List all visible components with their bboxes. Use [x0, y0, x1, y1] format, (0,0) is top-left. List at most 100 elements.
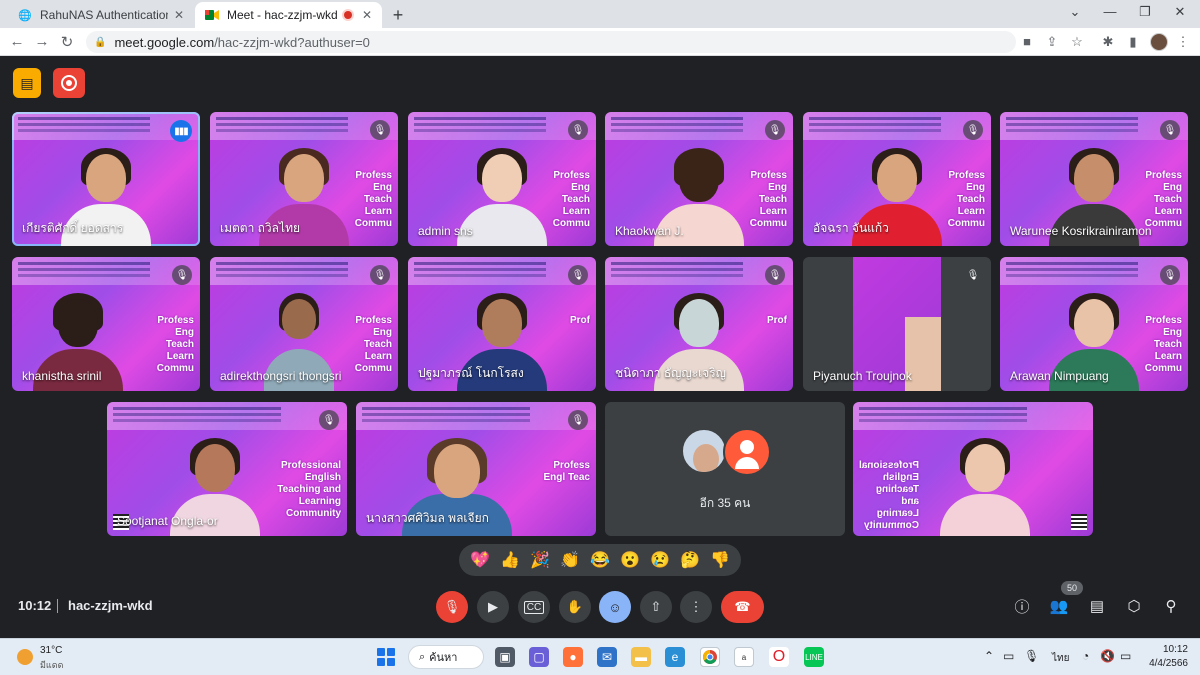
tab-search-icon[interactable]: ⌄ — [1065, 4, 1085, 20]
tab-title: Meet - hac-zzjm-wkd — [227, 8, 338, 22]
close-tab-icon[interactable]: ✕ — [174, 8, 184, 22]
start-button[interactable] — [377, 648, 395, 666]
participant-tile[interactable]: 🎙 Piyanuch Troujnok — [803, 257, 991, 391]
participant-tile[interactable]: Professional English Teaching and Learni… — [853, 402, 1093, 536]
profile-avatar[interactable] — [1150, 33, 1168, 51]
participant-tile[interactable]: Profess Eng Teach Learn Commu 🎙 khanisth… — [12, 257, 200, 391]
close-tab-icon[interactable]: ✕ — [362, 8, 372, 22]
tab-rahunas[interactable]: 🌐 RahuNAS Authentication ✕ — [8, 2, 194, 28]
mail-icon[interactable]: ✉ — [597, 647, 617, 667]
thinking-reaction[interactable]: 🤔 — [680, 550, 700, 570]
leave-call-button[interactable]: ☎ — [721, 591, 764, 623]
raise-hand-button[interactable]: ✋ — [559, 591, 591, 623]
menu-kebab-icon[interactable]: ⋮ — [1175, 34, 1191, 50]
sun-icon[interactable] — [17, 649, 33, 665]
volume-muted-icon[interactable]: 🔇 — [1100, 649, 1115, 663]
forward-button[interactable]: → — [33, 33, 51, 50]
taskbar-chat-icon[interactable]: ▭ — [1003, 649, 1014, 663]
microphone-toggle-button[interactable]: 🎙 — [436, 591, 468, 623]
taskbar-time[interactable]: 10:12 — [1150, 644, 1188, 655]
chrome-icon[interactable] — [700, 647, 720, 667]
participant-tile[interactable]: Professional English Teaching and Learni… — [107, 402, 347, 536]
thumbs-up-reaction[interactable]: 👍 — [500, 550, 520, 570]
line-icon[interactable]: LINE — [804, 647, 824, 667]
surprised-reaction[interactable]: 😮 — [620, 550, 640, 570]
participant-tile[interactable]: Profess Eng Teach Learn Commu 🎙 อัจฉรา จ… — [803, 112, 991, 246]
more-participants-tile[interactable]: อีก 35 คน — [605, 402, 845, 536]
amazon-icon[interactable]: a — [734, 647, 754, 667]
address-bar[interactable]: 🔒 meet.google.com /hac-zzjm-wkd?authuser… — [86, 31, 1016, 53]
participant-tile[interactable]: Profess Engl Teac 🎙 นางสาวศศิวิมล พลเจีย… — [356, 402, 596, 536]
send-reaction-button[interactable]: ☺ — [599, 591, 631, 623]
camera-toggle-button[interactable]: ▶ — [477, 591, 509, 623]
camera-permission-icon[interactable]: ■ — [1019, 34, 1035, 49]
chevron-up-icon[interactable]: ⌃ — [984, 649, 994, 663]
lock-icon[interactable]: 🔒 — [94, 37, 106, 48]
file-explorer-icon[interactable]: ▬ — [631, 647, 651, 667]
close-window-button[interactable]: ✕ — [1170, 4, 1190, 20]
participant-name: ปฐมาภรณ์ โนกโรสง — [418, 366, 524, 380]
laughing-reaction[interactable]: 😂 — [590, 550, 610, 570]
mic-off-icon: 🎙 — [370, 265, 390, 285]
event-banner — [853, 402, 1093, 430]
microphone-icon[interactable]: 🎙 — [1024, 649, 1039, 663]
weather-temperature[interactable]: 31°C — [40, 645, 62, 656]
people-button[interactable]: 👥 — [1048, 595, 1070, 617]
mic-off-icon: 🎙 — [765, 120, 785, 140]
chat-button[interactable]: ▤ — [1086, 595, 1108, 617]
back-button[interactable]: ← — [8, 33, 26, 50]
participant-name: admin sns — [418, 224, 473, 238]
restore-button[interactable]: ❐ — [1135, 4, 1155, 20]
input-language[interactable]: ไทย — [1052, 651, 1069, 666]
meet-stage: ▤ ▮▮▮ เกียรติศักดิ์ ยอดสาร Profess Eng T… — [0, 56, 1200, 638]
participant-tile[interactable]: Profess Eng Teach Learn Commu 🎙 adirekth… — [210, 257, 398, 391]
new-tab-button[interactable]: + — [389, 5, 407, 26]
sparkling-heart-reaction[interactable]: 💖 — [470, 550, 490, 570]
party-popper-reaction[interactable]: 🎉 — [530, 550, 550, 570]
share-icon[interactable]: ⇪ — [1044, 34, 1060, 50]
event-slogan: Profess Eng Teach Learn Commu — [749, 170, 787, 229]
recording-button[interactable] — [53, 68, 85, 98]
participant-tile[interactable]: Prof 🎙 ปฐมาภรณ์ โนกโรสง — [408, 257, 596, 391]
crying-reaction[interactable]: 😢 — [650, 550, 670, 570]
participant-tile[interactable]: Profess Eng Teach Learn Commu 🎙 เมตตา ถว… — [210, 112, 398, 246]
meet-icon — [205, 8, 219, 22]
participant-tile[interactable]: Prof 🎙 ชนิดาภา ธัญญะเจริญ — [605, 257, 793, 391]
tab-meet[interactable]: Meet - hac-zzjm-wkd ✕ — [195, 2, 382, 28]
edge-icon[interactable]: e — [665, 647, 685, 667]
host-controls-lock-button[interactable]: ⚲ — [1160, 595, 1182, 617]
taskbar-date[interactable]: 4/4/2566 — [1140, 658, 1188, 669]
participant-tile[interactable]: Profess Eng Teach Learn Commu 🎙 Arawan N… — [1000, 257, 1188, 391]
wifi-icon[interactable]: ◔ — [1082, 649, 1089, 663]
minimize-button[interactable]: — — [1100, 4, 1120, 19]
battery-icon[interactable]: ▭ — [1120, 649, 1131, 663]
meeting-details-button[interactable]: ⓘ — [1011, 595, 1033, 617]
participant-tile[interactable]: Profess Eng Teach Learn Commu 🎙 Warunee … — [1000, 112, 1188, 246]
clapping-reaction[interactable]: 👏 — [560, 550, 580, 570]
taskbar-search[interactable]: ⌕ ค้นหา — [408, 645, 484, 669]
event-slogan: Profess Eng Teach Learn Commu — [354, 170, 392, 229]
teams-chat-icon[interactable]: ▢ — [529, 647, 549, 667]
activities-button[interactable]: ⬡ — [1123, 595, 1145, 617]
more-options-button[interactable]: ⋮ — [680, 591, 712, 623]
participant-name: อัจฉรา จันแก้ว — [813, 221, 889, 235]
extensions-icon[interactable]: ✱ — [1100, 34, 1116, 50]
reload-button[interactable]: ↻ — [58, 33, 76, 51]
participant-name: Arawan Nimpuang — [1010, 369, 1109, 383]
activities-icon: ⬡ — [1127, 598, 1141, 615]
side-panel-icon[interactable]: ▮ — [1125, 34, 1141, 50]
participant-tile[interactable]: ▮▮▮ เกียรติศักดิ์ ยอดสาร — [12, 112, 200, 246]
captions-button[interactable]: CC — [518, 591, 550, 623]
present-screen-button[interactable]: ⇧ — [640, 591, 672, 623]
thumbs-down-reaction[interactable]: 👎 — [710, 550, 730, 570]
mic-off-icon: 🎙 — [568, 265, 588, 285]
opera-icon[interactable]: O — [769, 647, 789, 667]
participant-name: Khaokwan J. — [615, 224, 684, 238]
host-controls-button[interactable]: ▤ — [13, 68, 41, 98]
participant-tile[interactable]: Profess Eng Teach Learn Commu 🎙 admin sn… — [408, 112, 596, 246]
firefox-icon[interactable]: ● — [563, 647, 583, 667]
participant-tile[interactable]: Profess Eng Teach Learn Commu 🎙 Khaokwan… — [605, 112, 793, 246]
participant-name: ชนิดาภา ธัญญะเจริญ — [615, 366, 726, 380]
task-view-icon[interactable]: ▣ — [495, 647, 515, 667]
bookmark-star-icon[interactable]: ☆ — [1069, 34, 1085, 50]
